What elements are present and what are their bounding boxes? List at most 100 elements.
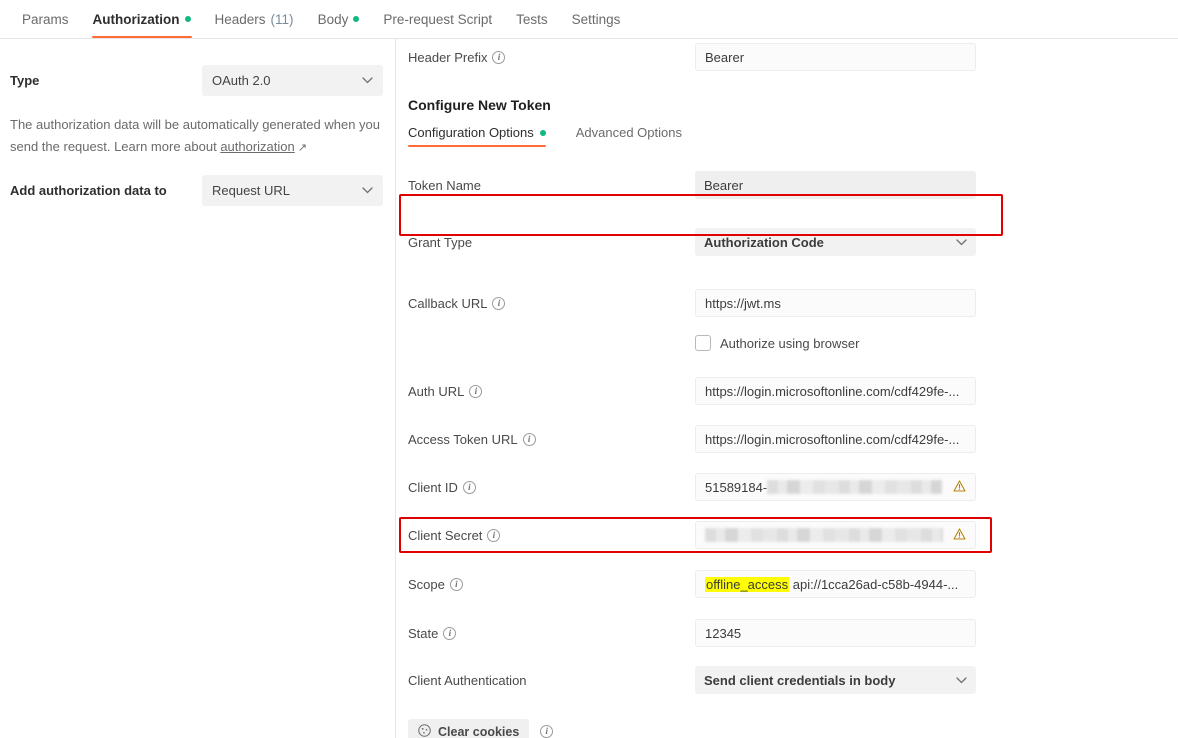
client-secret-label-wrap: Client Secret i <box>397 528 695 543</box>
tab-body[interactable]: Body <box>306 0 372 38</box>
access-token-url-value: https://login.microsoftonline.com/cdf429… <box>705 431 960 447</box>
auth-description-text: The authorization data will be automatic… <box>10 117 381 154</box>
authorize-browser-row: Authorize using browser <box>397 329 1178 357</box>
token-name-input[interactable]: Bearer <box>695 171 976 199</box>
configure-token-panel: Header Prefix i Bearer Configure New Tok… <box>397 39 1178 738</box>
token-name-label-wrap: Token Name <box>397 178 695 193</box>
info-icon[interactable]: i <box>443 626 457 640</box>
grant-type-label-wrap: Grant Type <box>397 235 695 250</box>
tab-pre-request-script[interactable]: Pre-request Script <box>371 0 504 38</box>
info-icon[interactable]: i <box>462 480 476 494</box>
warning-icon <box>953 527 966 543</box>
scope-label: Scope <box>408 576 445 592</box>
tab-label: Headers <box>214 11 266 27</box>
token-options-tabs: Configuration Options Advanced Options <box>397 125 1178 147</box>
auth-url-label-wrap: Auth URL i <box>397 384 695 399</box>
chevron-down-icon <box>362 187 373 194</box>
token-name-row: Token Name Bearer <box>397 171 1178 199</box>
client-secret-input[interactable] <box>695 521 976 549</box>
redacted-value <box>705 528 943 542</box>
clear-cookies-button[interactable]: Clear cookies <box>408 719 530 738</box>
auth-type-value: OAuth 2.0 <box>212 73 271 88</box>
client-id-input[interactable]: 51589184- <box>695 473 976 501</box>
scope-row: Scope i offline_access api://1cca26ad-c5… <box>397 570 1178 598</box>
tab-label: Configuration Options <box>408 125 534 140</box>
scope-value: offline_access api://1cca26ad-c58b-4944-… <box>705 576 959 592</box>
postman-authorization-panel: Params Authorization Headers (11) Body P… <box>0 0 1178 738</box>
token-name-label: Token Name <box>408 177 481 193</box>
info-icon[interactable]: i <box>492 296 506 310</box>
tab-settings[interactable]: Settings <box>560 0 633 38</box>
add-auth-data-row: Add authorization data to Request URL <box>10 175 383 206</box>
info-icon[interactable]: i <box>487 528 501 542</box>
tab-advanced-options[interactable]: Advanced Options <box>576 125 682 147</box>
tab-tests[interactable]: Tests <box>504 0 560 38</box>
chevron-down-icon <box>956 676 967 684</box>
tab-params[interactable]: Params <box>10 0 81 38</box>
auth-url-value: https://login.microsoftonline.com/cdf429… <box>705 383 960 399</box>
access-token-url-label-wrap: Access Token URL i <box>397 432 695 447</box>
client-secret-label: Client Secret <box>408 527 483 543</box>
tab-label: Pre-request Script <box>383 11 493 27</box>
chevron-down-icon <box>362 77 373 84</box>
tab-label: Authorization <box>92 11 180 27</box>
auth-type-panel: Type OAuth 2.0 The authorization data wi… <box>0 39 396 738</box>
authorize-browser-label: Authorize using browser <box>720 335 860 351</box>
auth-type-select[interactable]: OAuth 2.0 <box>202 65 383 96</box>
configure-new-token-title: Configure New Token <box>408 97 551 113</box>
client-id-label-wrap: Client ID i <box>397 480 695 495</box>
header-prefix-value: Bearer <box>705 49 745 65</box>
warning-icon <box>953 479 966 495</box>
auth-url-label: Auth URL <box>408 383 465 399</box>
add-auth-data-select[interactable]: Request URL <box>202 175 383 206</box>
external-link-icon: ↗ <box>294 142 308 154</box>
scope-input[interactable]: offline_access api://1cca26ad-c58b-4944-… <box>695 570 976 598</box>
header-prefix-label: Header Prefix <box>408 49 488 65</box>
tab-configuration-options[interactable]: Configuration Options <box>408 125 546 147</box>
scope-remainder: api://1cca26ad-c58b-4944-... <box>789 576 959 592</box>
header-prefix-row: Header Prefix i Bearer <box>397 43 1178 71</box>
request-tab-bar: Params Authorization Headers (11) Body P… <box>0 0 1178 39</box>
status-dot-icon <box>353 16 360 22</box>
client-authentication-select[interactable]: Send client credentials in body <box>695 666 976 694</box>
grant-type-value: Authorization Code <box>704 234 824 250</box>
authorize-browser-checkbox[interactable] <box>695 335 711 351</box>
authorize-browser-checkbox-row[interactable]: Authorize using browser <box>695 335 859 351</box>
auth-type-row: Type OAuth 2.0 <box>10 65 383 96</box>
header-prefix-input[interactable]: Bearer <box>695 43 976 71</box>
status-dot-icon <box>539 129 546 136</box>
client-authentication-label: Client Authentication <box>408 672 527 688</box>
scope-label-wrap: Scope i <box>397 577 695 592</box>
callback-url-value: https://jwt.ms <box>705 295 781 311</box>
auth-url-row: Auth URL i https://login.microsoftonline… <box>397 377 1178 405</box>
info-icon[interactable]: i <box>492 50 506 64</box>
client-id-label: Client ID <box>408 479 458 495</box>
access-token-url-input[interactable]: https://login.microsoftonline.com/cdf429… <box>695 425 976 453</box>
scope-highlighted-term: offline_access <box>705 576 790 592</box>
token-name-value: Bearer <box>704 177 744 193</box>
client-id-value: 51589184- <box>705 479 768 495</box>
clear-cookies-row: Clear cookies i <box>397 719 1178 738</box>
add-auth-data-label: Add authorization data to <box>10 183 167 198</box>
state-input[interactable]: 12345 <box>695 619 976 647</box>
client-authentication-value: Send client credentials in body <box>704 672 896 688</box>
client-secret-row: Client Secret i <box>397 521 1178 549</box>
callback-url-input[interactable]: https://jwt.ms <box>695 289 976 317</box>
authorization-help-link[interactable]: authorization <box>220 139 294 154</box>
grant-type-select[interactable]: Authorization Code <box>695 228 976 256</box>
tab-label: Tests <box>516 11 548 27</box>
info-icon[interactable]: i <box>522 432 536 446</box>
header-prefix-label-wrap: Header Prefix i <box>397 50 695 65</box>
state-value: 12345 <box>705 625 742 641</box>
info-icon[interactable]: i <box>469 384 483 398</box>
info-icon[interactable]: i <box>449 577 463 591</box>
status-dot-icon <box>184 16 191 22</box>
tab-headers[interactable]: Headers (11) <box>203 0 306 38</box>
auth-url-input[interactable]: https://login.microsoftonline.com/cdf429… <box>695 377 976 405</box>
tab-authorization[interactable]: Authorization <box>81 0 203 38</box>
state-row: State i 12345 <box>397 619 1178 647</box>
tab-label: Params <box>22 11 69 27</box>
access-token-url-label: Access Token URL <box>408 431 518 447</box>
info-icon[interactable]: i <box>540 725 554 738</box>
state-label-wrap: State i <box>397 626 695 641</box>
